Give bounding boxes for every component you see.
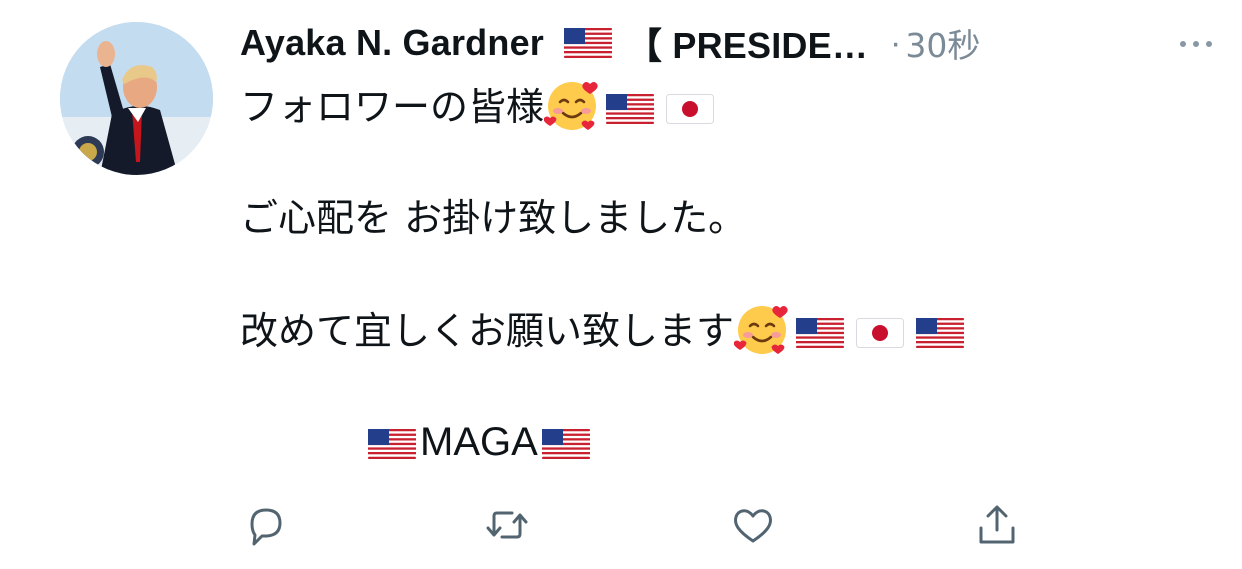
tweet-text: フォロワーの皆様 ご心配を お掛け致しました。 改めて宜しくお願い致します MA…	[240, 78, 970, 470]
us-flag-icon	[368, 429, 416, 459]
retweet-button[interactable]	[482, 500, 532, 550]
smiling-face-with-hearts-icon	[544, 82, 598, 130]
tweet-line-1-text: フォロワーの皆様	[240, 85, 545, 129]
smiling-face-with-hearts-icon	[734, 306, 788, 354]
like-icon	[734, 509, 772, 543]
share-button[interactable]	[972, 500, 1022, 550]
share-icon	[979, 505, 1015, 544]
japan-flag-icon	[666, 94, 715, 124]
us-flag-icon	[564, 28, 612, 58]
avatar-photo-icon	[60, 22, 213, 175]
us-flag-icon	[916, 318, 965, 348]
us-flag-icon	[606, 94, 655, 124]
tweet-line-3: 改めて宜しくお願い致します	[240, 302, 970, 358]
reply-button[interactable]	[240, 500, 290, 550]
author-name-suffix[interactable]: 【 PRESIDE…	[626, 17, 868, 69]
more-options-icon[interactable]	[1180, 24, 1212, 64]
tweet-line-4: MAGA	[240, 414, 970, 470]
retweet-icon	[486, 511, 528, 539]
like-button[interactable]	[728, 500, 778, 550]
tweet-header: Ayaka N. Gardner 【 PRESIDE… · 30秒	[240, 18, 1212, 68]
reply-icon	[250, 508, 282, 546]
avatar[interactable]	[60, 22, 213, 175]
us-flag-icon	[796, 318, 845, 348]
tweet-line-1: フォロワーの皆様	[240, 78, 970, 134]
author-display-name[interactable]: Ayaka N. Gardner	[240, 22, 544, 64]
tweet-line-2-text: ご心配を お掛け致しました。	[240, 196, 747, 240]
us-flag-icon	[541, 429, 590, 459]
timestamp[interactable]: 30秒	[905, 19, 980, 67]
header-separator: ·	[890, 23, 902, 62]
tweet-action-bar	[240, 500, 1030, 552]
maga-text: MAGA	[420, 420, 538, 464]
tweet-line-2: ご心配を お掛け致しました。	[240, 190, 970, 246]
japan-flag-icon	[856, 318, 905, 348]
tweet-line-3-text: 改めて宜しくお願い致します	[240, 309, 735, 353]
